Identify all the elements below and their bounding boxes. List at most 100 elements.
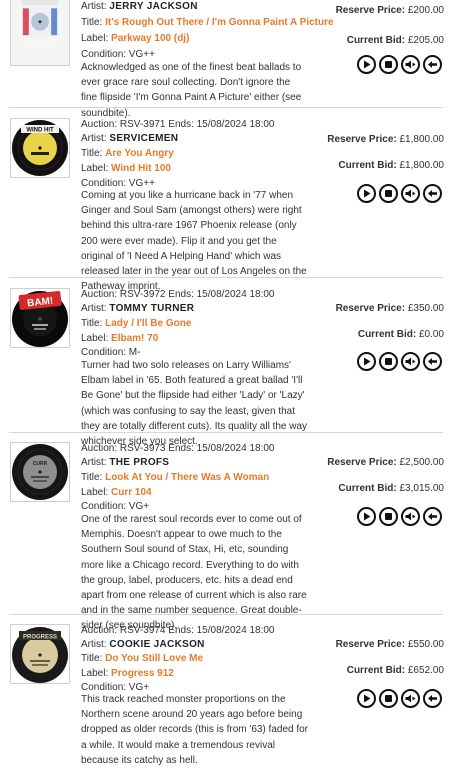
title-line: Title: Do You Still Love Me	[81, 653, 204, 664]
play-icon	[364, 694, 371, 703]
current-bid: Current Bid: £0.00	[357, 329, 444, 340]
label-line: Label: Elbam! 70	[81, 333, 159, 344]
volume-button[interactable]	[401, 55, 420, 74]
play-button[interactable]	[357, 689, 376, 708]
reserve-price: Reserve Price: £2,500.00	[327, 457, 444, 468]
play-icon	[364, 357, 371, 366]
record-label-text: CURR	[33, 461, 48, 467]
record-thumbnail[interactable]: PROGRESS	[10, 624, 70, 684]
current-bid: Current Bid: £652.00	[346, 665, 444, 676]
lot-item: BAM! Auction: RSV-3972 Ends: 15/08/2024 …	[0, 284, 457, 447]
record-label-link[interactable]: Parkway 100 (dj)	[111, 33, 189, 44]
play-button[interactable]	[357, 55, 376, 74]
record-title-link[interactable]: Lady / I'll Be Gone	[105, 318, 191, 329]
artist-name: SERVICEMEN	[109, 133, 179, 144]
back-icon	[428, 695, 437, 702]
volume-button[interactable]	[401, 352, 420, 371]
audio-controls	[357, 689, 443, 709]
play-button[interactable]	[357, 184, 376, 203]
record-image: WIND HIT	[11, 119, 69, 177]
stop-icon	[385, 190, 392, 197]
artist-line: Artist: TOMMY TURNER	[81, 303, 195, 314]
volume-button[interactable]	[401, 184, 420, 203]
label-line: Label: Parkway 100 (dj)	[81, 33, 190, 44]
play-icon	[364, 60, 371, 69]
audio-controls	[357, 55, 443, 75]
stop-icon	[385, 358, 392, 365]
record-sleeve-image	[18, 0, 62, 47]
current-bid: Current Bid: £205.00	[346, 35, 444, 46]
label-line: Label: Wind Hit 100	[81, 163, 171, 174]
record-image: CURR	[11, 443, 69, 501]
auction-info: Auction: RSV-3973 Ends: 15/08/2024 18:00	[81, 443, 275, 454]
artist-name: TOMMY TURNER	[109, 303, 195, 314]
back-button[interactable]	[423, 55, 442, 74]
back-icon	[428, 61, 437, 68]
back-button[interactable]	[423, 352, 442, 371]
record-thumbnail[interactable]: WIND HIT	[10, 118, 70, 178]
record-title-link[interactable]: Look At You / There Was A Woman	[105, 472, 269, 483]
artist-line: Artist: THE PROFS	[81, 457, 170, 468]
play-icon	[364, 189, 371, 198]
record-title-link[interactable]: It's Rough Out There / I'm Gonna Paint A…	[105, 17, 333, 28]
record-label-link[interactable]: Wind Hit 100	[111, 163, 171, 174]
audio-controls	[357, 352, 443, 372]
lot-item: Artist: JERRY JACKSON Title: It's Rough …	[0, 0, 457, 119]
auction-info: Auction: RSV-3974 Ends: 15/08/2024 18:00	[81, 625, 275, 636]
reserve-price: Reserve Price: £200.00	[335, 5, 444, 16]
reserve-price: Reserve Price: £350.00	[335, 303, 444, 314]
back-button[interactable]	[423, 689, 442, 708]
description: Coming at you like a hurricane back in '…	[81, 190, 307, 293]
volume-icon	[405, 694, 416, 703]
label-line: Label: Curr 104	[81, 487, 152, 498]
title-line: Title: Look At You / There Was A Woman	[81, 472, 270, 483]
record-thumbnail[interactable]: BAM!	[10, 288, 70, 348]
stop-button[interactable]	[379, 184, 398, 203]
back-button[interactable]	[423, 507, 442, 526]
record-label-link[interactable]: Curr 104	[111, 487, 152, 498]
description: Acknowledged as one of the finest beat b…	[81, 62, 302, 119]
back-icon	[428, 513, 437, 520]
artist-line: Artist: JERRY JACKSON	[81, 1, 198, 12]
lot-item: PROGRESS Auction: RSV-3974 Ends: 15/08/2…	[0, 620, 457, 766]
record-thumbnail[interactable]: CURR	[10, 442, 70, 502]
title-line: Title: It's Rough Out There / I'm Gonna …	[81, 17, 334, 28]
artist-name: JERRY JACKSON	[109, 1, 198, 12]
stop-icon	[385, 695, 392, 702]
back-icon	[428, 358, 437, 365]
back-button[interactable]	[423, 184, 442, 203]
artist-line: Artist: COOKIE JACKSON	[81, 639, 205, 650]
current-bid: Current Bid: £1,800.00	[338, 160, 444, 171]
play-icon	[364, 512, 371, 521]
divider	[9, 432, 443, 433]
current-bid: Current Bid: £3,015.00	[338, 483, 444, 494]
play-button[interactable]	[357, 507, 376, 526]
title-line: Title: Are You Angry	[81, 148, 174, 159]
stop-button[interactable]	[379, 689, 398, 708]
record-title-link[interactable]: Are You Angry	[105, 148, 174, 159]
record-label-link[interactable]: Progress 912	[111, 668, 174, 679]
record-image: BAM!	[11, 289, 69, 347]
volume-button[interactable]	[401, 689, 420, 708]
audio-controls	[357, 184, 443, 204]
reserve-price: Reserve Price: £1,800.00	[327, 134, 444, 145]
volume-icon	[405, 357, 416, 366]
stop-button[interactable]	[379, 352, 398, 371]
record-title-link[interactable]: Do You Still Love Me	[105, 653, 203, 664]
description: One of the rarest soul records ever to c…	[81, 514, 307, 632]
stop-button[interactable]	[379, 507, 398, 526]
stop-button[interactable]	[379, 55, 398, 74]
artist-name: COOKIE JACKSON	[109, 639, 205, 650]
record-label-link[interactable]: Elbam! 70	[111, 333, 158, 344]
auction-info: Auction: RSV-3971 Ends: 15/08/2024 18:00	[81, 119, 275, 130]
auction-info: Auction: RSV-3972 Ends: 15/08/2024 18:00	[81, 289, 275, 300]
lot-item: WIND HIT Auction: RSV-3971 Ends: 15/08/2…	[0, 114, 457, 292]
volume-button[interactable]	[401, 507, 420, 526]
record-thumbnail[interactable]	[10, 0, 70, 66]
artist-name: THE PROFS	[109, 457, 170, 468]
title-line: Title: Lady / I'll Be Gone	[81, 318, 192, 329]
divider	[9, 107, 443, 108]
audio-controls	[357, 507, 443, 527]
play-button[interactable]	[357, 352, 376, 371]
record-label-text: WIND HIT	[26, 128, 54, 134]
